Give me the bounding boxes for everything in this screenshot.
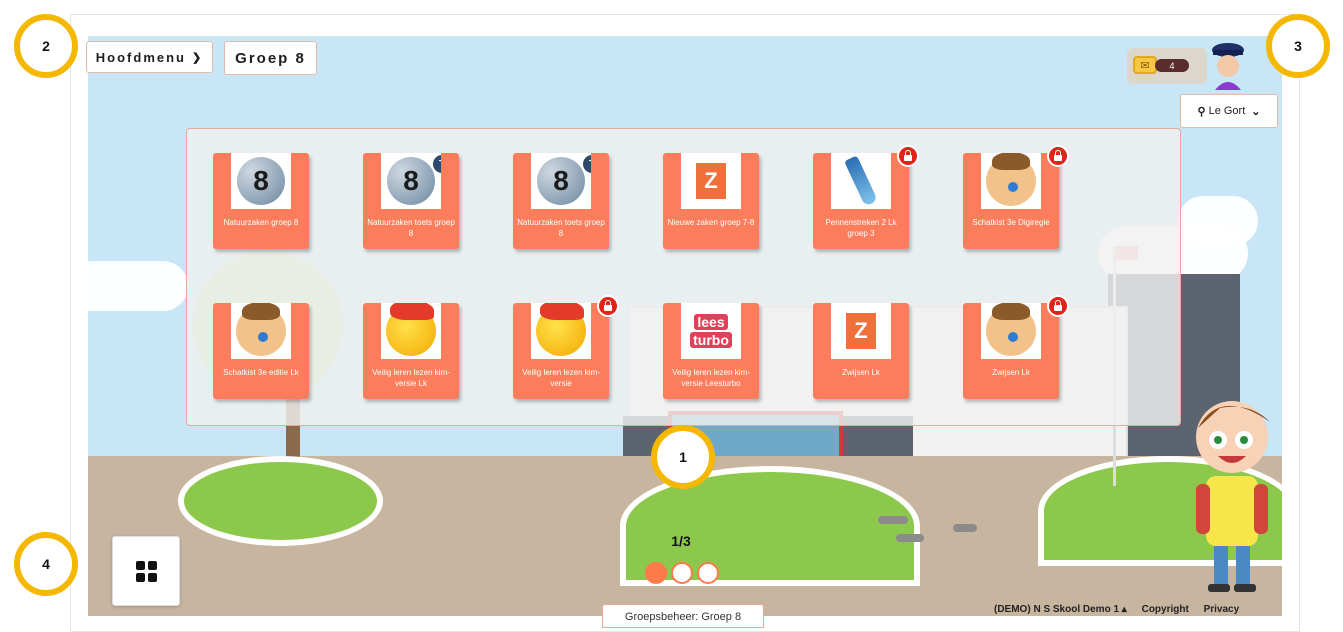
method-tile[interactable]: Z Zwijsen Lk [813,303,909,399]
method-thumbnail: Z [681,153,741,209]
group-admin-label: Groepsbeheer: Groep 8 [624,611,742,623]
callout-number: 4 [42,556,50,572]
method-tile[interactable]: Zwijsen Lk [963,295,1069,399]
zwijsen-logo-icon: Z [846,313,876,349]
method-tile[interactable]: Schatkist 3e editie Lk [213,303,309,399]
group-admin-button[interactable]: Groepsbeheer: Groep 8 [602,604,764,628]
method-tile-label: Veilig leren lezen kim-versie Lk [372,368,450,388]
method-tile[interactable]: 8 Natuurzaken groep 8 [213,153,309,249]
method-tile-label: Veilig leren lezen kim-versie [522,368,600,388]
coin-count: 4 [1155,59,1189,72]
apps-grid-button[interactable] [112,536,180,606]
veilig-leren-lezen-character-icon [536,303,586,356]
method-tile[interactable]: lees turbo Veilig leren lezen kim-versie L… [663,303,759,399]
method-grid: 8Natuurzaken groep 88TNatuurzaken toets … [186,128,1181,426]
callout-number: 2 [42,38,50,54]
globe-eight-icon: 8 [237,157,285,205]
method-tile-label: Veilig leren lezen kim-versie Leesturbo [672,368,750,388]
method-tile-label: Pennenstreken 2 Lk groep 3 [825,218,897,238]
coins-badge[interactable]: ✉ 4 [1127,48,1207,84]
test-badge: T [583,155,591,173]
method-thumbnail [981,303,1041,359]
page-dot[interactable] [671,562,693,584]
envelope-icon: ✉ [1133,56,1157,74]
leesturbo-logo-text: turbo [690,332,732,348]
pen-icon [844,155,878,207]
footer-links: (DEMO) N S Skool Demo 1 ▴ Copyright Priv… [994,604,1251,615]
stepping-stone [953,524,977,532]
avatar[interactable] [1205,38,1251,90]
method-thumbnail [381,303,441,359]
stepping-stone [896,534,924,542]
method-thumbnail: Z [831,303,891,359]
callout-number: 3 [1294,38,1302,54]
copyright-link[interactable]: Copyright [1142,604,1189,615]
callout-3: 3 [1266,14,1330,78]
method-thumbnail: 8 [231,153,291,209]
method-tile[interactable]: Z Nieuwe zaken groep 7-8 [663,153,759,249]
lock-icon [1047,295,1069,317]
callout-4: 4 [14,532,78,596]
method-thumbnail [981,153,1041,209]
globe-eight-icon: 8 [537,157,585,205]
grid-icon [135,560,157,582]
leesturbo-logo-text: lees [694,314,728,330]
method-tile[interactable]: Pennenstreken 2 Lk groep 3 [813,145,919,249]
main-menu-button[interactable]: Hoofdmenu ❯ [86,41,213,73]
group-label: Groep 8 [235,49,306,67]
method-thumbnail: 8T [381,153,441,209]
cloud [88,261,188,311]
method-thumbnail [231,303,291,359]
school-menu[interactable]: (DEMO) N S Skool Demo 1 ▴ [994,604,1127,615]
method-tile[interactable]: 8T Natuurzaken toets groep 8 [513,153,609,249]
method-tile[interactable]: Veilig leren lezen kim-versie [513,295,619,399]
chevron-down-icon: ❯ [192,51,204,64]
lock-icon [1047,145,1069,167]
page-dot[interactable] [697,562,719,584]
search-icon: ⚲ [1197,105,1206,118]
stepping-stone [878,516,908,524]
method-tile[interactable]: Veilig leren lezen kim-versie Lk [363,303,459,399]
main-menu-label: Hoofdmenu [95,49,186,65]
zwijsen-logo-icon: Z [696,163,726,199]
callout-2: 2 [14,14,78,78]
page-indicator: 1/3 [671,533,691,549]
method-thumbnail: lees turbo [681,303,741,359]
method-tile-label: Schatkist 3e Digiregie [972,218,1050,227]
method-thumbnail: 8T [531,153,591,209]
method-tile-label: Natuurzaken toets groep 8 [517,218,605,238]
lawn [178,456,383,546]
method-tile-label: Natuurzaken groep 8 [223,218,299,227]
lock-icon [897,145,919,167]
mascot [1196,401,1270,592]
veilig-leren-lezen-character-icon [386,303,436,356]
method-tile-label: Zwijsen Lk [992,368,1030,377]
schatkist-character-icon [236,303,286,356]
method-tile-label: Natuurzaken toets groep 8 [367,218,455,238]
method-thumbnail [831,153,891,209]
method-tile[interactable]: Schatkist 3e Digiregie [963,145,1069,249]
group-button[interactable]: Groep 8 [224,41,317,75]
callout-number: 1 [679,449,687,465]
test-badge: T [433,155,441,173]
chevron-down-icon: ⌄ [1251,105,1261,118]
cloud [1178,196,1258,246]
student-select-label: Le Gort [1208,105,1246,117]
method-tile-label: Schatkist 3e editie Lk [223,368,299,377]
method-tile-label: Zwijsen Lk [842,368,880,377]
page-dot[interactable] [645,562,667,584]
method-tile[interactable]: 8T Natuurzaken toets groep 8 [363,153,459,249]
privacy-link[interactable]: Privacy [1204,604,1240,615]
globe-eight-icon: 8 [387,157,435,205]
student-select[interactable]: ⚲ Le Gort ⌄ [1180,94,1278,128]
schatkist-character-icon [986,303,1036,356]
leesturbo-logo-icon: lees turbo [684,308,738,354]
method-thumbnail [531,303,591,359]
schatkist-character-icon [986,153,1036,206]
callout-1: 1 [651,425,715,489]
lock-icon [597,295,619,317]
method-tile-label: Nieuwe zaken groep 7-8 [667,218,755,227]
page: Hoofdmenu ❯ Groep 8 ✉ 4 ⚲ Le Gort ⌄ 8 Nat… [0,0,1343,632]
